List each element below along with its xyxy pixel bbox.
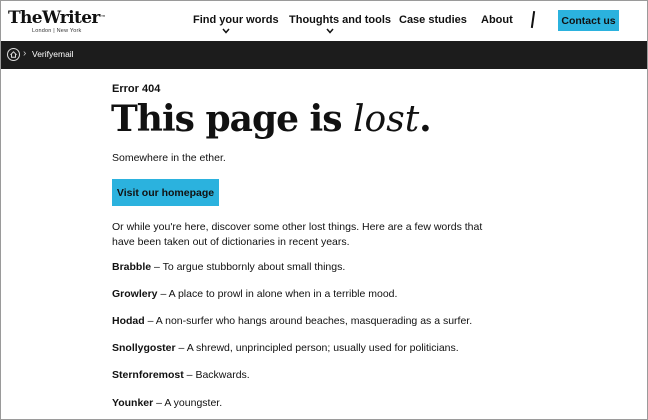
title-script-word: lost (353, 99, 420, 140)
word-definition: – To argue stubbornly about small things… (151, 261, 346, 273)
chevron-down-icon[interactable] (222, 27, 230, 36)
logo-wordmark: TheWriter™ (8, 8, 106, 28)
list-item: Brabble – To argue stubbornly about smal… (112, 261, 345, 273)
nav-thoughts-and-tools[interactable]: Thoughts and tools (289, 14, 391, 26)
word-term: Growlery (112, 288, 158, 300)
page-subtitle: Somewhere in the ether. (112, 152, 226, 164)
list-item: Hodad – A non-surfer who hangs around be… (112, 315, 472, 327)
contact-us-button[interactable]: Contact us (558, 10, 619, 31)
breadcrumb-separator: › (23, 48, 27, 59)
visit-homepage-button[interactable]: Visit our homepage (112, 179, 219, 206)
word-term: Sternforemost (112, 369, 184, 381)
breadcrumb-current: Verifyemail (32, 49, 74, 59)
page-title: This page is lost. (111, 98, 432, 140)
divider-slash (530, 10, 535, 29)
chevron-down-icon[interactable] (326, 27, 334, 36)
nav-find-your-words[interactable]: Find your words (193, 14, 279, 26)
word-term: Snollygoster (112, 342, 176, 354)
home-icon[interactable] (7, 48, 20, 66)
list-item: Sternforemost – Backwards. (112, 369, 250, 381)
logo[interactable]: TheWriter™ London | New York (8, 8, 106, 34)
word-definition: – A youngster. (153, 397, 223, 409)
word-term: Hodad (112, 315, 145, 327)
breadcrumb: › Verifyemail (1, 41, 647, 69)
word-definition: – A non-surfer who hangs around beaches,… (144, 315, 473, 327)
logo-locations: London | New York (32, 28, 82, 34)
intro-paragraph: Or while you're here, discover some othe… (112, 221, 483, 248)
word-definition: – A place to prowl in alone when in a te… (157, 288, 398, 300)
error-code: Error 404 (112, 83, 161, 95)
list-item: Younker – A youngster. (112, 397, 222, 409)
list-item: Snollygoster – A shrewd, unprincipled pe… (112, 342, 459, 354)
nav-about[interactable]: About (481, 14, 513, 26)
page-frame: TheWriter™ London | New York Find your w… (0, 0, 648, 420)
word-definition: – Backwards. (183, 369, 250, 381)
word-term: Brabble (112, 261, 152, 273)
nav-case-studies[interactable]: Case studies (399, 14, 467, 26)
list-item: Growlery – A place to prowl in alone whe… (112, 288, 397, 300)
word-term: Younker (112, 397, 154, 409)
word-definition: – A shrewd, unprincipled person; usually… (175, 342, 459, 354)
